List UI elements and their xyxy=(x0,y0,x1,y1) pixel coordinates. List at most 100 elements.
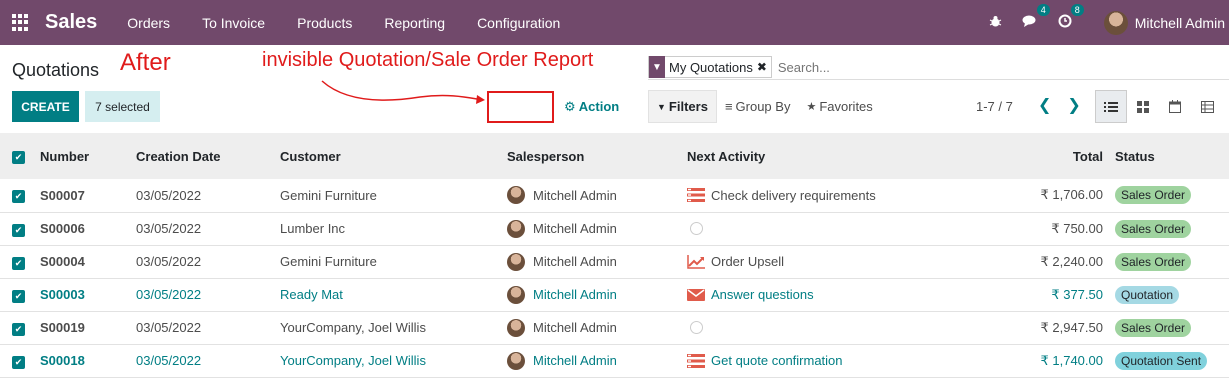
pager-arrows: ❮ ❯ xyxy=(1030,95,1089,115)
quotations-table: ✔ Number Creation Date Customer Salesper… xyxy=(0,133,1229,378)
cell-activity[interactable]: Order Upsell xyxy=(681,245,939,278)
salesperson-name: Mitchell Admin xyxy=(533,320,617,335)
navbar-right: 4 8 Mitchell Admin xyxy=(979,0,1229,45)
apps-grid-icon[interactable] xyxy=(12,13,30,32)
action-dropdown[interactable]: ⚙ Action xyxy=(564,99,619,115)
salesperson-name: Mitchell Admin xyxy=(533,187,617,203)
status-badge: Sales Order xyxy=(1115,186,1192,205)
cell-date: 03/05/2022 xyxy=(136,254,202,269)
cell-customer: Ready Mat xyxy=(280,287,343,302)
header-total[interactable]: Total xyxy=(939,133,1109,179)
cell-activity[interactable]: Answer questions xyxy=(681,278,939,311)
header-salesperson[interactable]: Salesperson xyxy=(501,133,681,179)
menu-products[interactable]: Products xyxy=(281,15,368,31)
cell-total: ₹ 1,706.00 xyxy=(1040,187,1104,203)
cell-status: Sales Order xyxy=(1109,179,1229,212)
bug-icon[interactable] xyxy=(989,15,1002,31)
status-badge: Quotation xyxy=(1115,285,1180,304)
activity-clock-icon[interactable]: 8 xyxy=(1058,4,1084,31)
row-checkbox[interactable]: ✔ xyxy=(0,278,34,311)
search-bar: ▼ My Quotations ✖ xyxy=(648,55,1229,80)
activity-text: Check delivery requirements xyxy=(711,187,876,203)
cell-total: ₹ 2,240.00 xyxy=(1040,253,1104,269)
kanban-view-icon[interactable] xyxy=(1127,90,1159,123)
cell-number: S00019 xyxy=(40,320,85,335)
avatar xyxy=(507,186,525,205)
table-row[interactable]: ✔ S00019 03/05/2022 YourCompany, Joel Wi… xyxy=(0,311,1229,344)
chevron-left-icon[interactable]: ❮ xyxy=(1038,95,1051,115)
activity-badge: 8 xyxy=(1070,4,1084,16)
row-checkbox[interactable]: ✔ xyxy=(0,344,34,377)
cell-activity[interactable]: Check delivery requirements xyxy=(681,179,939,212)
row-checkbox[interactable]: ✔ xyxy=(0,311,34,344)
cell-number: S00006 xyxy=(40,221,85,236)
filters-button[interactable]: ▼ Filters xyxy=(648,90,717,123)
salesperson-name: Mitchell Admin xyxy=(533,353,617,368)
menu-orders[interactable]: Orders xyxy=(111,15,186,31)
cell-salesperson: Mitchell Admin xyxy=(501,278,681,311)
selected-count[interactable]: 7 selected xyxy=(85,91,160,122)
header-customer[interactable]: Customer xyxy=(274,133,501,179)
filters-label: Filters xyxy=(668,99,708,114)
facet-close-icon[interactable]: ✖ xyxy=(757,60,771,74)
header-next-activity[interactable]: Next Activity xyxy=(681,133,939,179)
salesperson-name: Mitchell Admin xyxy=(533,287,617,302)
status-badge: Sales Order xyxy=(1115,252,1192,271)
clock-icon[interactable] xyxy=(690,222,703,235)
row-checkbox[interactable]: ✔ xyxy=(0,212,34,245)
bars-icon: ≡ xyxy=(724,99,733,114)
header-creation-date[interactable]: Creation Date xyxy=(130,133,274,179)
row-checkbox[interactable]: ✔ xyxy=(0,245,34,278)
calendar-view-icon[interactable] xyxy=(1159,90,1191,123)
groupby-button[interactable]: ≡ Group By xyxy=(717,90,799,123)
clock-icon[interactable] xyxy=(690,321,703,334)
annotation-highlight-box xyxy=(487,91,554,123)
table-row[interactable]: ✔ S00003 03/05/2022 Ready Mat Mitchell A… xyxy=(0,278,1229,311)
list-view-icon[interactable] xyxy=(1095,90,1127,123)
favorites-button[interactable]: ★ Favorites xyxy=(798,90,880,123)
facet-label: My Quotations xyxy=(669,59,753,75)
pager-value[interactable]: 1-7 / 7 xyxy=(976,99,1013,114)
pivot-view-icon[interactable] xyxy=(1191,90,1223,123)
table-row[interactable]: ✔ S00006 03/05/2022 Lumber Inc Mitchell … xyxy=(0,212,1229,245)
menu-configuration[interactable]: Configuration xyxy=(461,15,576,31)
search-input[interactable] xyxy=(777,59,1178,75)
table-row[interactable]: ✔ S00007 03/05/2022 Gemini Furniture Mit… xyxy=(0,179,1229,212)
cell-activity[interactable] xyxy=(681,212,939,245)
create-button[interactable]: CREATE xyxy=(12,91,79,122)
avatar xyxy=(507,351,525,370)
cell-status: Quotation Sent xyxy=(1109,344,1229,377)
row-checkbox[interactable]: ✔ xyxy=(0,179,34,212)
filter-funnel-icon: ▼ xyxy=(657,101,666,112)
avatar xyxy=(507,318,525,337)
chat-icon[interactable]: 4 xyxy=(1022,4,1050,31)
cell-total: ₹ 2,947.50 xyxy=(1040,319,1104,335)
cell-customer: Gemini Furniture xyxy=(280,187,377,203)
table-row[interactable]: ✔ S00018 03/05/2022 YourCompany, Joel Wi… xyxy=(0,344,1229,377)
table-header-row: ✔ Number Creation Date Customer Salesper… xyxy=(0,133,1229,179)
gear-icon: ⚙ xyxy=(564,99,576,114)
groupby-label: Group By xyxy=(735,99,791,114)
chat-badge: 4 xyxy=(1036,4,1050,16)
control-panel: Quotations After invisible Quotation/Sal… xyxy=(0,45,1229,133)
table-row[interactable]: ✔ S00004 03/05/2022 Gemini Furniture Mit… xyxy=(0,245,1229,278)
cell-activity[interactable]: Get quote confirmation xyxy=(681,344,939,377)
menu-to-invoice[interactable]: To Invoice xyxy=(186,15,281,31)
app-brand[interactable]: Sales xyxy=(45,11,97,34)
user-menu[interactable]: Mitchell Admin xyxy=(1103,10,1225,35)
cell-salesperson: Mitchell Admin xyxy=(501,212,681,245)
cell-number: S00003 xyxy=(40,287,85,302)
header-number[interactable]: Number xyxy=(34,133,130,179)
filter-icon: ▼ xyxy=(649,56,665,78)
cell-status: Sales Order xyxy=(1109,212,1229,245)
header-status[interactable]: Status xyxy=(1109,133,1229,179)
menu-reporting[interactable]: Reporting xyxy=(368,15,461,31)
status-badge: Quotation Sent xyxy=(1115,351,1208,370)
cell-number: S00004 xyxy=(40,254,85,269)
top-navbar: Sales Orders To Invoice Products Reporti… xyxy=(0,0,1229,45)
chevron-right-icon[interactable]: ❯ xyxy=(1067,95,1080,115)
activity-text: Answer questions xyxy=(711,287,814,302)
cell-salesperson: Mitchell Admin xyxy=(501,179,681,212)
cell-activity[interactable] xyxy=(681,311,939,344)
select-all-checkbox[interactable]: ✔ xyxy=(0,133,34,179)
